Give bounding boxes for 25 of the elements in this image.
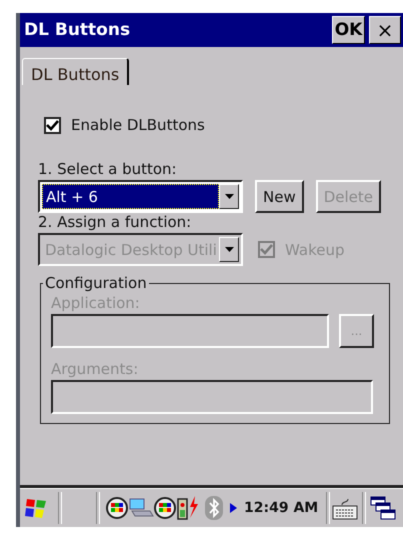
field-label: 1. Select a button: (38, 160, 178, 178)
ok-button[interactable]: OK (332, 16, 365, 44)
button-dropdown[interactable]: Alt + 6 (38, 180, 243, 213)
arrow-icon[interactable] (230, 503, 238, 513)
ball-icon[interactable] (154, 497, 176, 519)
battery-icon[interactable] (176, 495, 200, 521)
group-title: Configuration (44, 274, 148, 292)
field-label: 2. Assign a function: (38, 213, 192, 231)
action-button[interactable]: New (255, 180, 304, 213)
computer-icon[interactable] (128, 497, 154, 519)
close-button[interactable]: × (369, 16, 401, 44)
checkbox-label: Enable DLButtons (71, 116, 205, 134)
input-field[interactable] (51, 314, 329, 348)
input-field[interactable] (51, 380, 373, 414)
checkbox[interactable] (44, 116, 61, 134)
caret-icon (224, 194, 234, 199)
tab[interactable]: DL Buttons (22, 58, 130, 85)
field-label: Application: (51, 294, 141, 312)
field-label: Arguments: (51, 360, 140, 378)
windows-icon[interactable] (370, 495, 396, 521)
caret-icon (224, 247, 234, 252)
ball-icon[interactable] (106, 497, 128, 519)
clock[interactable]: 12:49 AM (244, 500, 318, 516)
window-title: DL Buttons (24, 20, 132, 40)
checkbox-label: Wakeup (285, 240, 344, 258)
